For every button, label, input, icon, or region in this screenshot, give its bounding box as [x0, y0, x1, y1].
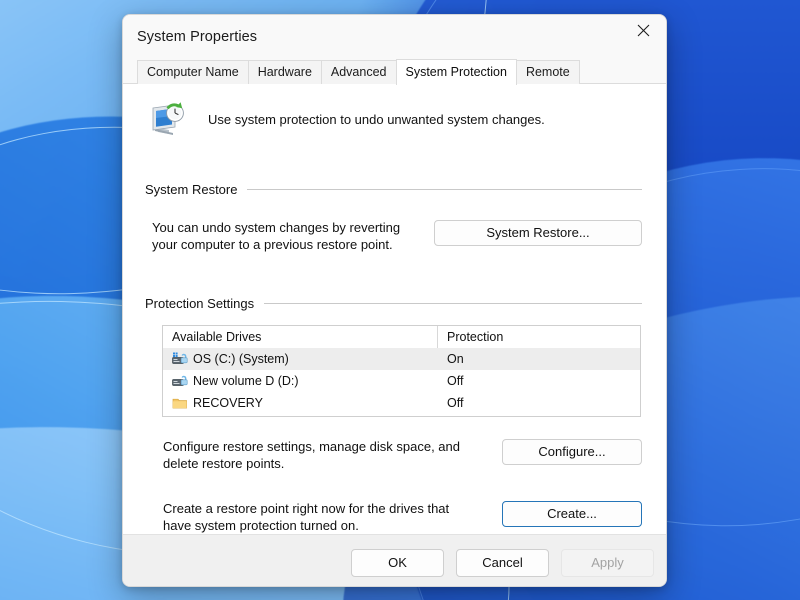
tab-hardware[interactable]: Hardware: [247, 60, 322, 84]
tab-content-system-protection: Use system protection to undo unwanted s…: [123, 84, 666, 534]
create-button[interactable]: Create...: [502, 501, 642, 527]
create-row: Create a restore point right now for the…: [145, 500, 642, 534]
tab-strip: Computer Name Hardware Advanced System P…: [123, 59, 666, 85]
dialog-footer: OK Cancel Apply: [123, 534, 666, 586]
tab-advanced[interactable]: Advanced: [320, 60, 397, 84]
available-drives-list[interactable]: Available Drives Protection OS (C:) (Sys…: [162, 325, 641, 417]
group-rule: [264, 303, 642, 304]
hard-drive-icon: [172, 374, 188, 388]
hero-caption: Use system protection to undo unwanted s…: [208, 111, 545, 127]
system-protection-icon: [149, 100, 187, 138]
window-title: System Properties: [137, 29, 258, 45]
system-restore-row: You can undo system changes by reverting…: [145, 219, 642, 253]
tab-system-protection[interactable]: System Protection: [395, 59, 517, 85]
drive-name-cell: New volume D (D:): [163, 374, 438, 388]
system-restore-button[interactable]: System Restore...: [434, 220, 642, 246]
protection-status-cell: Off: [447, 396, 464, 410]
protection-settings-group-header: Protection Settings: [145, 296, 642, 311]
protection-status-cell: On: [447, 352, 464, 366]
group-rule: [247, 189, 642, 190]
title-bar: System Properties: [123, 15, 666, 59]
system-restore-group-header: System Restore: [145, 182, 642, 197]
protection-status-cell: Off: [447, 374, 464, 388]
column-header-protection[interactable]: Protection: [438, 326, 503, 348]
tab-remote[interactable]: Remote: [515, 60, 580, 84]
table-row[interactable]: RECOVERY Off: [163, 392, 640, 414]
system-restore-group: System Restore You can undo system chang…: [145, 182, 642, 253]
tab-computer-name[interactable]: Computer Name: [137, 60, 249, 84]
apply-button: Apply: [561, 549, 654, 577]
column-header-available-drives[interactable]: Available Drives: [163, 326, 438, 348]
table-row[interactable]: New volume D (D:) Off: [163, 370, 640, 392]
system-properties-dialog: System Properties Computer Name Hardware…: [122, 14, 667, 587]
drive-name-label: New volume D (D:): [193, 374, 299, 388]
configure-description: Configure restore settings, manage disk …: [163, 439, 461, 471]
create-description: Create a restore point right now for the…: [163, 501, 450, 533]
drive-name-label: RECOVERY: [193, 396, 263, 410]
ok-button[interactable]: OK: [351, 549, 444, 577]
folder-icon: [172, 396, 188, 410]
hero-row: Use system protection to undo unwanted s…: [123, 84, 666, 138]
drives-list-header: Available Drives Protection: [163, 326, 640, 348]
configure-row: Configure restore settings, manage disk …: [145, 438, 642, 472]
cancel-button[interactable]: Cancel: [456, 549, 549, 577]
system-restore-description: You can undo system changes by reverting…: [152, 220, 401, 252]
protection-settings-group-label: Protection Settings: [145, 296, 255, 311]
system-restore-group-label: System Restore: [145, 182, 238, 197]
drive-name-cell: OS (C:) (System): [163, 352, 438, 366]
configure-button[interactable]: Configure...: [502, 439, 642, 465]
close-icon[interactable]: [621, 15, 666, 46]
protection-settings-group: Protection Settings Available Drives Pro…: [145, 296, 642, 534]
drive-name-cell: RECOVERY: [163, 396, 438, 410]
table-row[interactable]: OS (C:) (System) On: [163, 348, 640, 370]
hard-drive-system-icon: [172, 352, 188, 366]
drive-name-label: OS (C:) (System): [193, 352, 289, 366]
